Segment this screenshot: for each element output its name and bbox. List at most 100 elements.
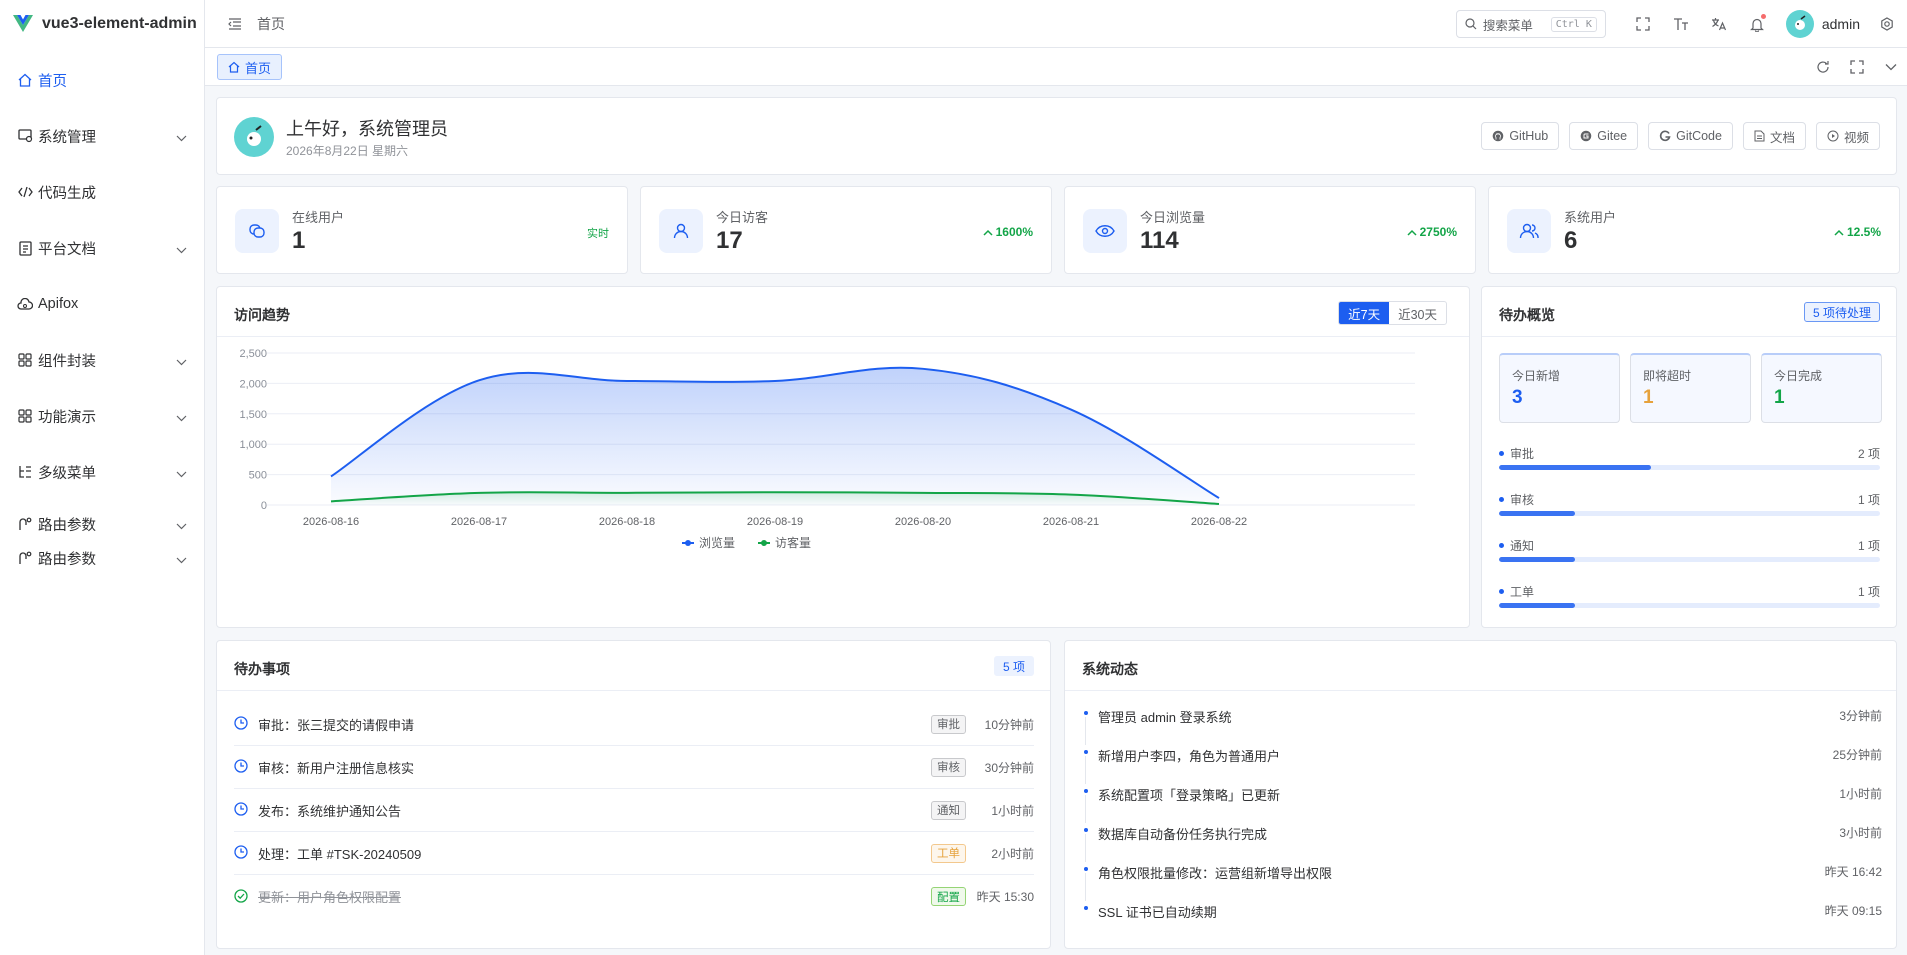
activity-time: 昨天 09:15 (1824, 904, 1882, 918)
collapse-menu-icon[interactable] (225, 14, 245, 34)
chevron-down-icon[interactable] (1881, 57, 1901, 77)
todo-item[interactable]: 审批：张三提交的请假申请 审批 10分钟前 (234, 703, 1034, 746)
sidebar-menu: 首页 系统管理 代码生成 平台文档 Apifox 组件封装 功能演示 多级菜单 路由参数 路由参数 (0, 48, 204, 568)
progress-fill (1499, 603, 1576, 608)
progress-track (1499, 465, 1880, 470)
stat-label: 在线用户 (292, 210, 345, 225)
link-icon (1659, 130, 1671, 142)
todo-item[interactable]: 审核：新用户注册信息核实 审核 30分钟前 (234, 746, 1034, 789)
range-option-1[interactable]: 近30天 (1389, 302, 1446, 324)
link-0[interactable]: GitHub (1481, 122, 1560, 150)
check-circle-icon (234, 888, 250, 905)
search-placeholder: 搜索菜单 (1482, 18, 1533, 33)
progress-fill (1499, 511, 1576, 516)
overview-box-2[interactable]: 今日完成 1 (1761, 353, 1882, 423)
sidebar-item-7[interactable]: 多级菜单 (0, 444, 204, 500)
grid-icon (16, 407, 34, 425)
category-label: 通知 (1499, 537, 1534, 554)
link-1[interactable]: Gitee (1569, 122, 1639, 150)
todo-item[interactable]: 发布：系统维护通知公告 通知 1小时前 (234, 789, 1034, 832)
external-links: GitHub Gitee GitCode 文档 视频 (1481, 122, 1880, 150)
category-row-3: 工单 1 项 (1499, 579, 1880, 625)
sidebar-item-label: 平台文档 (38, 241, 96, 258)
category-count: 2 项 (1857, 447, 1880, 461)
todo-text: 更新：用户角色权限配置 (258, 890, 402, 905)
sidebar-item-2[interactable]: 代码生成 (0, 164, 204, 220)
stat-card-1: 今日访客 17 1600% (640, 186, 1052, 274)
clock-icon (234, 716, 250, 732)
stat-badge: 12.5% (1834, 225, 1881, 239)
todo-tag: 通知 (931, 800, 966, 820)
activity-time: 3小时前 (1839, 826, 1882, 840)
system-activity-title: 系统动态 (1082, 661, 1138, 677)
link-label: GitCode (1676, 129, 1722, 143)
sidebar-item-0[interactable]: 首页 (0, 52, 204, 108)
activity-item: 角色权限批量修改：运营组新增导出权限 昨天 16:42 (1082, 863, 1882, 902)
activity-item: SSL 证书已自动续期 昨天 09:15 (1082, 902, 1882, 941)
timeline-dot (1084, 828, 1088, 832)
link-2[interactable]: GitCode (1648, 122, 1733, 150)
category-label: 审核 (1499, 491, 1534, 508)
sidebar-item-8[interactable]: 路由参数 (0, 500, 204, 548)
pending-count-badge[interactable]: 5 项待处理 (1803, 302, 1880, 322)
todo-text: 发布：系统维护通知公告 (258, 803, 402, 819)
stat-badge-text: 2750% (1419, 225, 1457, 239)
sidebar-item-1[interactable]: 系统管理 (0, 108, 204, 164)
grid-icon (16, 351, 34, 369)
tag-home[interactable]: 首页 (217, 54, 283, 80)
sidebar-item-9[interactable]: 路由参数 (0, 548, 204, 568)
todo-time: 30分钟前 (984, 760, 1034, 775)
stat-card-2: 今日浏览量 114 2750% (1064, 186, 1476, 274)
x-tick-label: 2026-08-17 (451, 516, 507, 528)
y-tick-label: 1,000 (239, 439, 267, 451)
username: admin (1821, 16, 1860, 32)
category-label: 工单 (1499, 583, 1534, 600)
timeline-line (1085, 834, 1086, 862)
range-switch: 近7天 近30天 (1338, 301, 1447, 325)
activity-text: 新增用户李四，角色为普通用户 (1098, 749, 1281, 764)
language-icon[interactable] (1709, 14, 1729, 34)
overview-box-0[interactable]: 今日新增 3 (1499, 353, 1620, 423)
y-tick-label: 1,500 (239, 409, 267, 421)
link-4[interactable]: 视频 (1815, 122, 1880, 150)
todo-text: 审批：张三提交的请假申请 (258, 717, 415, 733)
legend-label-0: 浏览量 (699, 535, 735, 550)
overview-summary: 今日新增 3 即将超时 1 今日完成 1 (1499, 353, 1882, 423)
range-option-0[interactable]: 近7天 (1339, 302, 1390, 324)
tag-label: 首页 (245, 60, 272, 76)
bell-icon[interactable] (1747, 14, 1767, 34)
notification-dot (1760, 14, 1766, 19)
todo-item[interactable]: 更新：用户角色权限配置 配置 昨天 15:30 (234, 875, 1034, 918)
sidebar-item-6[interactable]: 功能演示 (0, 388, 204, 444)
sidebar-item-label: Apifox (38, 296, 79, 312)
home-icon (228, 61, 240, 73)
breadcrumb[interactable]: 首页 (257, 14, 285, 34)
overview-box-1[interactable]: 即将超时 1 (1630, 353, 1751, 423)
todo-tag: 工单 (931, 843, 966, 863)
trend-up-icon (1834, 229, 1844, 236)
sidebar-item-4[interactable]: Apifox (0, 276, 204, 332)
fullscreen-icon[interactable] (1633, 14, 1653, 34)
x-tick-label: 2026-08-19 (747, 516, 803, 528)
menu-search-button[interactable]: 搜索菜单 Ctrl K (1455, 10, 1606, 38)
sidebar-item-3[interactable]: 平台文档 (0, 220, 204, 276)
font-size-icon[interactable] (1671, 14, 1691, 34)
user-menu[interactable]: admin (1785, 10, 1860, 38)
home-icon (16, 71, 34, 89)
todo-overview-card: 待办概览 5 项待处理 今日新增 3 即将超时 1 今日完成 1 审批 2 项审核 1 项通知… (1481, 286, 1897, 628)
sidebar-item-label: 系统管理 (38, 129, 96, 146)
y-tick-label: 2,500 (239, 348, 267, 360)
todo-item[interactable]: 处理：工单 #TSK-20240509 工单 2小时前 (234, 832, 1034, 875)
header-actions: 搜索菜单 Ctrl K admin (1455, 0, 1907, 48)
overview-box-value: 3 (1512, 387, 1523, 408)
activity-time: 3分钟前 (1839, 709, 1882, 723)
y-tick-label: 0 (261, 500, 267, 512)
logo[interactable]: vue3-element-admin (0, 0, 204, 48)
link-3[interactable]: 文档 (1742, 122, 1806, 150)
sidebar-item-label: 功能演示 (38, 409, 96, 426)
sidebar-item-5[interactable]: 组件封装 (0, 332, 204, 388)
maximize-icon[interactable] (1847, 57, 1867, 77)
refresh-icon[interactable] (1813, 57, 1833, 77)
settings-gear-icon[interactable] (1877, 14, 1897, 34)
welcome-avatar (234, 117, 274, 157)
